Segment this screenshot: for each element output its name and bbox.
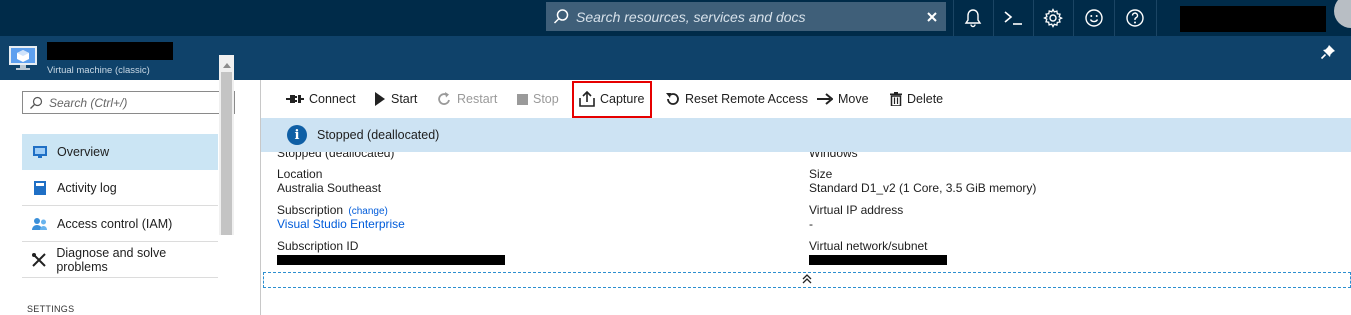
nav-item-activity-log[interactable]: Activity log: [22, 170, 218, 206]
connect-label: Connect: [309, 92, 356, 106]
command-bar: Connect Start Restart Stop Capture Reset…: [261, 80, 1351, 118]
reset-remote-access-button[interactable]: Reset Remote Access: [665, 80, 808, 118]
blade-header: Virtual machine (classic): [0, 36, 1351, 80]
vm-name-redacted: [47, 42, 173, 60]
help-icon[interactable]: [1115, 0, 1155, 36]
vnet-value-redacted: [809, 255, 947, 265]
nav-item-access-control[interactable]: Access control (IAM): [22, 206, 218, 242]
blade-subtitle: Virtual machine (classic): [47, 65, 150, 76]
smiley-icon[interactable]: [1074, 0, 1114, 36]
move-button[interactable]: Move: [817, 80, 869, 118]
status-text: Stopped (deallocated): [317, 128, 440, 142]
os-value-clipped: Windows: [809, 152, 858, 160]
virtual-ip-label: Virtual IP address: [809, 203, 904, 217]
stop-icon: [517, 93, 528, 105]
settings-section-heading: SETTINGS: [27, 304, 75, 314]
nav-item-label: Access control (IAM): [57, 216, 173, 231]
double-chevron-up-icon: [802, 273, 812, 287]
account-name-redacted[interactable]: [1180, 6, 1326, 32]
nav-item-overview[interactable]: Overview: [22, 134, 218, 170]
subscription-id-redacted: [277, 255, 505, 265]
plug-icon: [286, 94, 304, 104]
play-icon: [374, 92, 386, 106]
essentials-collapse-toggle[interactable]: [263, 272, 1351, 288]
vnet-label: Virtual network/subnet: [809, 239, 928, 253]
connect-button[interactable]: Connect: [286, 80, 356, 118]
change-subscription-link[interactable]: (change): [348, 206, 387, 217]
subscription-id-label: Subscription ID: [277, 239, 359, 253]
pin-icon[interactable]: [1320, 44, 1338, 62]
nav-item-diagnose[interactable]: Diagnose and solve problems: [22, 242, 218, 278]
delete-label: Delete: [907, 92, 944, 106]
monitor-icon: [22, 144, 57, 160]
bell-icon[interactable]: [953, 0, 993, 36]
stop-label: Stop: [533, 92, 559, 106]
subscription-label-text: Subscription: [277, 203, 344, 217]
wrench-icon: [22, 252, 56, 268]
delete-button[interactable]: Delete: [890, 80, 943, 118]
size-value: Standard D1_v2 (1 Core, 3.5 GiB memory): [809, 181, 1037, 195]
capture-highlight-box: [572, 81, 652, 118]
size-label: Size: [809, 167, 833, 181]
nav-item-label: Overview: [57, 144, 110, 159]
move-label: Move: [838, 92, 869, 106]
nav-item-label: Diagnose and solve problems: [56, 245, 167, 274]
menu-search-placeholder: Search (Ctrl+/): [49, 95, 128, 110]
divider: [1156, 0, 1157, 36]
trash-icon: [890, 92, 902, 106]
virtual-ip-value: -: [809, 217, 813, 231]
global-search[interactable]: Search resources, services and docs: [546, 2, 946, 31]
avatar[interactable]: [1334, 0, 1351, 28]
book-icon: [22, 180, 57, 196]
menu-search-input[interactable]: Search (Ctrl+/): [22, 91, 235, 114]
people-icon: [22, 216, 57, 232]
menu-scrollbar-thumb[interactable]: [221, 72, 232, 235]
top-bar: Search resources, services and docs: [0, 0, 1351, 36]
status-banner: i Stopped (deallocated): [261, 118, 1351, 152]
search-icon: [546, 2, 576, 31]
close-icon[interactable]: [918, 2, 946, 31]
virtual-machine-icon: [8, 43, 38, 73]
cloud-shell-icon[interactable]: [993, 0, 1033, 36]
essentials-panel: Stopped (deallocated) Windows Location A…: [261, 152, 1351, 272]
global-search-placeholder[interactable]: Search resources, services and docs: [576, 9, 918, 25]
location-label: Location: [277, 167, 323, 181]
status-value-clipped: Stopped (deallocated): [277, 152, 395, 160]
info-icon: i: [287, 125, 307, 145]
restart-icon: [437, 92, 452, 106]
subscription-link[interactable]: Visual Studio Enterprise: [277, 217, 405, 231]
nav-item-label: Activity log: [57, 180, 117, 195]
gear-icon[interactable]: [1033, 0, 1073, 36]
search-icon: [23, 96, 49, 110]
restart-button[interactable]: Restart: [437, 80, 497, 118]
restart-label: Restart: [457, 92, 498, 106]
location-value: Australia Southeast: [277, 181, 382, 195]
scroll-up-icon[interactable]: [221, 60, 232, 70]
reset-remote-access-label: Reset Remote Access: [685, 92, 808, 106]
arrow-right-icon: [817, 93, 833, 105]
start-button[interactable]: Start: [374, 80, 417, 118]
stop-button[interactable]: Stop: [517, 80, 559, 118]
reset-icon: [665, 92, 680, 107]
start-label: Start: [391, 92, 418, 106]
